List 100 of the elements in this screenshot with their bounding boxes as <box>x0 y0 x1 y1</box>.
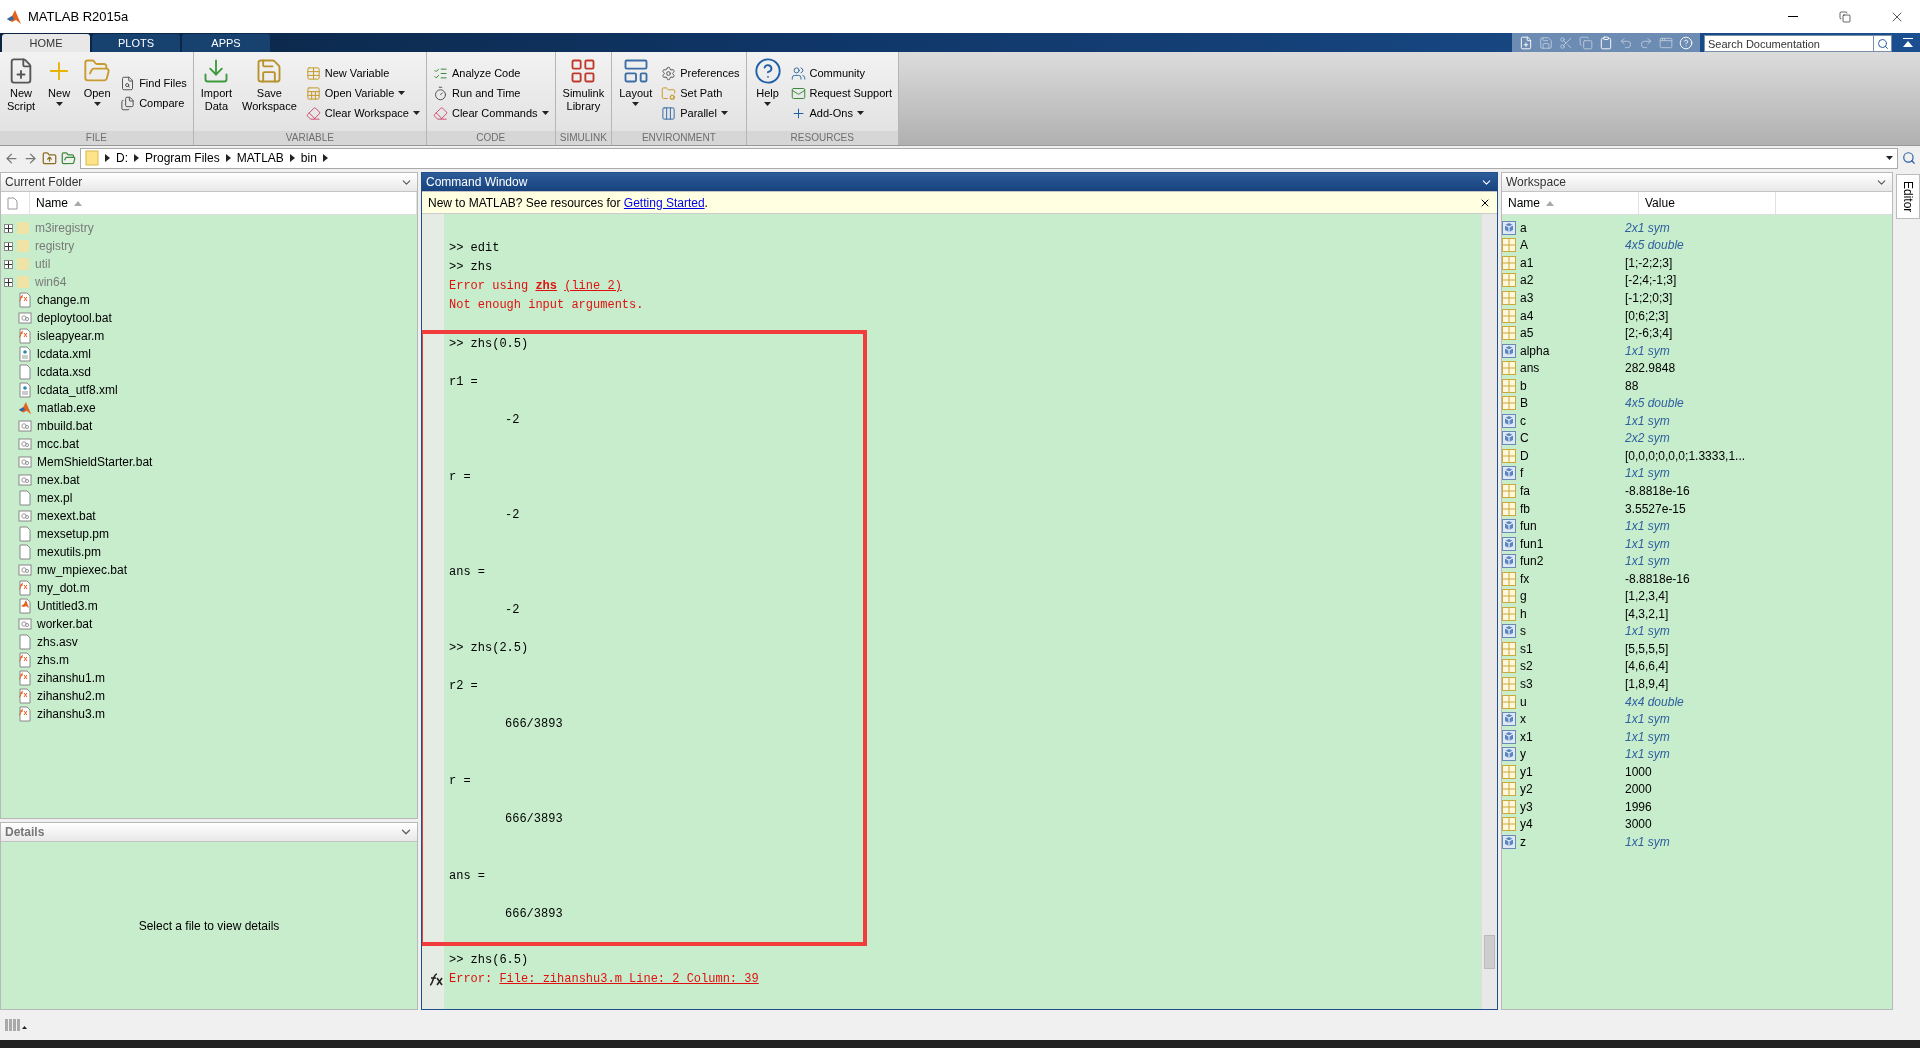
variable-name[interactable]: x <box>1516 712 1625 727</box>
file-name[interactable]: mw_mpiexec.bat <box>37 563 128 577</box>
toolstrip-button[interactable]: Community <box>788 64 895 82</box>
expand-button[interactable] <box>4 277 13 287</box>
variable-name[interactable]: fun <box>1516 519 1625 534</box>
up-folder-button[interactable] <box>42 150 57 166</box>
toolstrip-button[interactable]: Analyze Code <box>431 64 551 82</box>
error-link[interactable]: File: zihanshu3.m Line: 2 Column: 39 <box>499 971 759 986</box>
file-name[interactable]: mex.pl <box>37 491 73 505</box>
variable-name[interactable]: ans <box>1516 361 1625 376</box>
search-button[interactable] <box>1902 151 1916 165</box>
file-name[interactable]: m3iregistry <box>35 221 94 235</box>
back-button[interactable] <box>4 150 19 166</box>
variable-name[interactable]: z <box>1516 834 1625 849</box>
file-name[interactable]: mcc.bat <box>37 437 79 451</box>
variable-name[interactable]: y1 <box>1516 764 1625 779</box>
path-segment[interactable]: D: <box>116 151 128 165</box>
file-name[interactable]: util <box>35 257 51 271</box>
variable-name[interactable]: B <box>1516 396 1625 411</box>
variable-name[interactable]: fun2 <box>1516 554 1625 569</box>
file-name[interactable]: mexext.bat <box>37 509 96 523</box>
file-name[interactable]: lcdata.xsd <box>37 365 92 379</box>
toolstrip-button[interactable]: Run and Time <box>431 84 551 102</box>
variable-name[interactable]: a1 <box>1516 255 1625 270</box>
file-name[interactable]: mbuild.bat <box>37 419 93 433</box>
variable-name[interactable]: a4 <box>1516 308 1625 323</box>
variable-name[interactable]: fa <box>1516 483 1625 498</box>
ribbon-tab[interactable]: APPS <box>182 34 270 52</box>
path-segment[interactable]: bin <box>300 151 317 165</box>
variable-name[interactable]: alpha <box>1516 343 1625 358</box>
file-name[interactable]: isleapyear.m <box>37 329 105 343</box>
variable-name[interactable]: y3 <box>1516 799 1625 814</box>
new-file-icon[interactable] <box>1518 34 1534 51</box>
toolstrip-button[interactable]: Clear Commands <box>431 104 551 122</box>
column-header[interactable]: Name <box>1502 192 1639 214</box>
toolstrip-button[interactable]: Request Support <box>788 84 895 102</box>
browse-button[interactable] <box>61 150 76 166</box>
file-name[interactable]: deploytool.bat <box>37 311 112 325</box>
variable-name[interactable]: y <box>1516 747 1625 762</box>
search-field[interactable]: Search Documentation <box>1704 35 1874 52</box>
toolstrip-button[interactable]: Set Path <box>659 84 742 102</box>
search-button[interactable] <box>1874 35 1892 52</box>
toolstrip-button[interactable]: Help <box>750 55 785 131</box>
variable-name[interactable]: h <box>1516 606 1625 621</box>
toolstrip-button[interactable]: Clear Workspace <box>303 104 422 122</box>
toolstrip-button[interactable]: Add-Ons <box>788 104 895 122</box>
file-name[interactable]: MemShieldStarter.bat <box>37 455 153 469</box>
toolstrip-button[interactable]: New <box>42 55 77 131</box>
file-name[interactable]: zihanshu3.m <box>37 707 106 721</box>
ribbon-tab[interactable]: PLOTS <box>92 34 180 52</box>
address-field[interactable]: D: Program Files MATLAB bin <box>80 147 1898 169</box>
variable-name[interactable]: g <box>1516 589 1625 604</box>
variable-name[interactable]: c <box>1516 413 1625 428</box>
file-name[interactable]: zhs.asv <box>37 635 78 649</box>
variable-name[interactable]: y2 <box>1516 782 1625 797</box>
variable-name[interactable]: fb <box>1516 501 1625 516</box>
path-segment[interactable]: MATLAB <box>236 151 284 165</box>
toolstrip-button[interactable]: New Script <box>4 55 39 131</box>
toolstrip-button[interactable]: Save Workspace <box>239 55 300 131</box>
toolstrip-button[interactable]: Find Files <box>118 74 189 92</box>
error-link[interactable]: (line 2) <box>564 278 622 293</box>
variable-name[interactable]: s1 <box>1516 641 1625 656</box>
variable-name[interactable]: A <box>1516 238 1625 253</box>
forward-button[interactable] <box>23 150 38 166</box>
toolstrip-button[interactable]: Layout <box>616 55 656 131</box>
variable-name[interactable]: a5 <box>1516 326 1625 341</box>
variable-name[interactable]: D <box>1516 448 1625 463</box>
variable-name[interactable]: b <box>1516 378 1625 393</box>
toolstrip-button[interactable]: Open <box>80 55 115 131</box>
variable-name[interactable]: C <box>1516 431 1625 446</box>
file-name[interactable]: Untitled3.m <box>37 599 98 613</box>
toolstrip-button[interactable]: Preferences <box>659 64 742 82</box>
variable-name[interactable]: s <box>1516 624 1625 639</box>
variable-name[interactable]: a3 <box>1516 290 1625 305</box>
variable-name[interactable]: y4 <box>1516 817 1625 832</box>
file-name[interactable]: lcdata_utf8.xml <box>37 383 118 397</box>
editor-tab[interactable]: Editor <box>1896 174 1920 220</box>
variable-name[interactable]: a2 <box>1516 273 1625 288</box>
getting-started-link[interactable]: Getting Started <box>623 195 705 210</box>
variable-name[interactable]: x1 <box>1516 729 1625 744</box>
toolstrip-button[interactable]: Import Data <box>197 55 235 131</box>
help-icon[interactable] <box>1678 34 1694 51</box>
expand-button[interactable] <box>4 223 13 233</box>
variable-name[interactable]: u <box>1516 694 1625 709</box>
path-segment[interactable]: Program Files <box>145 151 220 165</box>
file-name[interactable]: my_dot.m <box>37 581 90 595</box>
variable-name[interactable]: s3 <box>1516 677 1625 691</box>
variable-name[interactable]: fun1 <box>1516 536 1625 551</box>
file-name[interactable]: mex.bat <box>37 473 80 487</box>
scrollbar-thumb[interactable] <box>1484 935 1495 969</box>
file-name[interactable]: zihanshu2.m <box>37 689 106 703</box>
file-name[interactable]: zihanshu1.m <box>37 671 106 685</box>
file-name[interactable]: mexutils.pm <box>37 545 101 559</box>
scrollbar[interactable] <box>1481 214 1497 1009</box>
toolstrip-button[interactable]: Compare <box>118 94 189 112</box>
toolstrip-button[interactable]: New Variable <box>303 64 422 82</box>
variable-name[interactable]: a <box>1516 220 1625 235</box>
file-name[interactable]: worker.bat <box>37 617 93 631</box>
column-header[interactable]: Value <box>1639 192 1776 214</box>
variable-name[interactable]: f <box>1516 466 1625 481</box>
